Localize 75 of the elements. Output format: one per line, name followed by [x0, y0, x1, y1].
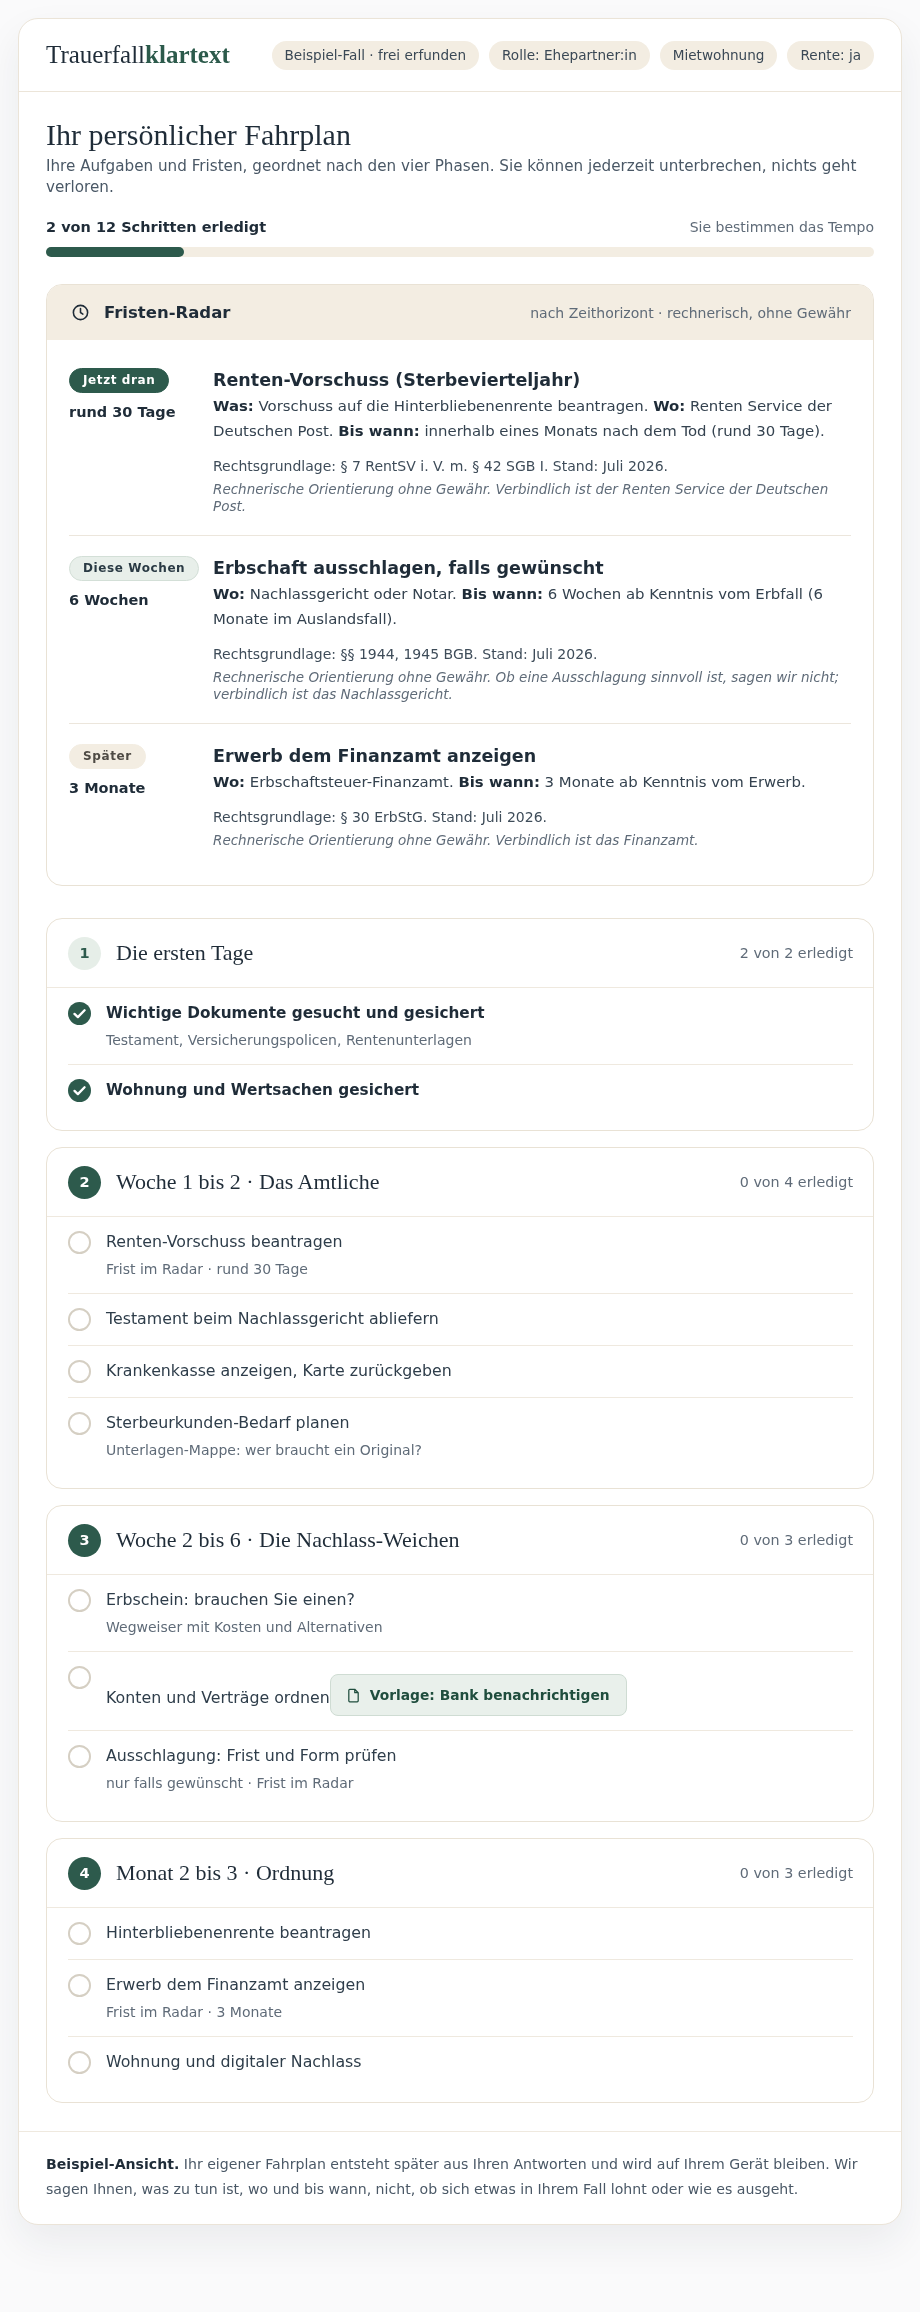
case-tag: Beispiel-Fall · frei erfunden [271, 40, 480, 70]
step-number: 4 [68, 1856, 101, 1890]
page-title: Ihr persönlicher Fahrplan [46, 119, 352, 151]
page-subtitle: Ihre Aufgaben und Fristen, geordnet nach den vier Phasen. Sie können jederzeit unterbrechen, nichts geht verloren. [46, 156, 858, 197]
urgency-tag: Später [69, 744, 146, 769]
deadline-description: Was: Vorschuss auf die Hinterbliebenenrente beantragen. Wo: Renten Service der Deutschen Post. Bis wann: innerhalb eines Monats nach dem Tod (rund 30 Tage). [213, 396, 833, 442]
step-number: 2 [68, 1165, 101, 1199]
deadline-horizon: 6 Wochen [69, 591, 150, 610]
task-note: nur falls gewünscht · Frist im Radar [106, 1774, 355, 1793]
task-checkbox[interactable] [68, 1308, 91, 1331]
footer-text: Beispiel-Ansicht. Ihr eigener Fahrplan entsteht später aus Ihren Antworten und wird auf Ihrem Gerät bleiben. Wir sagen Ihnen, was zu tun ist, wo und bis wann, nicht, ob sich etwas in Ihrem Fall lohnt oder wie es ausgeht. [46, 2155, 859, 2199]
task-title: Testament beim Nachlassgericht abliefern [106, 1308, 439, 1330]
deadline-title: Erwerb dem Finanzamt anzeigen [213, 745, 538, 768]
radar-title: Fristen-Radar [104, 303, 231, 322]
task-note: Wegweiser mit Kosten und Alternativen [106, 1618, 383, 1637]
task-title: Ausschlagung: Frist und Form prüfen [106, 1745, 397, 1767]
task-title: Wohnung und digitaler Nachlass [106, 2051, 362, 2073]
progress-label: 2 von 12 Schritten erledigt [46, 218, 267, 237]
urgency-tag: Diese Wochen [69, 556, 200, 581]
phase-title: Woche 2 bis 6 · Die Nachlass-Weichen [116, 1527, 460, 1553]
phase-count: 0 von 3 erledigt [739, 1865, 853, 1881]
task-title: Erwerb dem Finanzamt anzeigen [106, 1974, 366, 1996]
task-note: Unterlagen-Mappe: wer braucht ein Original? [106, 1441, 422, 1460]
task-checkbox[interactable] [68, 1745, 91, 1768]
case-tag: Rolle: Ehepartner:in [489, 40, 650, 70]
task-checkbox[interactable] [68, 1974, 91, 1997]
task-checkbox[interactable] [68, 2051, 91, 2074]
task-checkbox[interactable] [68, 1002, 91, 1025]
phase-title: Monat 2 bis 3 · Ordnung [116, 1860, 335, 1886]
legal-basis: Rechtsgrundlage: § 30 ErbStG. Stand: Juli 2026. [213, 808, 548, 827]
disclaimer-note: Rechnerische Orientierung ohne Gewähr. Ob eine Ausschlagung sinnvoll ist, sagen wir nicht; verbindlich ist das Nachlassgericht. [213, 669, 841, 703]
disclaimer-note: Rechnerische Orientierung ohne Gewähr. Verbindlich ist das Finanzamt. [213, 832, 700, 849]
task-checkbox[interactable] [68, 1922, 91, 1945]
task-checkbox[interactable] [68, 1079, 91, 1102]
template-button[interactable]: Vorlage: Bank benachrichtigen [329, 1674, 627, 1716]
task-checkbox[interactable] [68, 1666, 91, 1689]
task-checkbox[interactable] [68, 1412, 91, 1435]
case-tag: Rente: ja [787, 40, 874, 70]
deadline-title: Renten-Vorschuss (Sterbevierteljahr) [213, 369, 582, 392]
task-title: Sterbeurkunden-Bedarf planen [106, 1412, 351, 1434]
task-note: Frist im Radar · rund 30 Tage [106, 1260, 309, 1279]
deadline-title: Erbschaft ausschlagen, falls gewünscht [213, 557, 605, 580]
urgency-tag: Jetzt dran [69, 368, 170, 393]
case-tag: Mietwohnung [659, 40, 778, 70]
deadline-description: Wo: Nachlassgericht oder Notar. Bis wann: 6 Wochen ab Kenntnis vom Erbfall (6 Monate im Auslandsfall). [213, 584, 824, 630]
task-title: Konten und Verträge ordnen [106, 1687, 330, 1707]
task-checkbox[interactable] [68, 1589, 91, 1612]
document-icon [346, 1687, 360, 1703]
task-note: Frist im Radar · 3 Monate [106, 2003, 284, 2022]
progress-note: Sie bestimmen das Tempo [689, 218, 874, 237]
phase-count: 0 von 4 erledigt [739, 1174, 853, 1190]
task-title: Wohnung und Wertsachen gesichert [106, 1080, 420, 1101]
task-note: Testament, Versicherungspolicen, Rentenunterlagen [106, 1031, 473, 1050]
task-title: Wichtige Dokumente gesucht und gesichert [106, 1003, 485, 1024]
disclaimer-note: Rechnerische Orientierung ohne Gewähr. Verbindlich ist der Renten Service der Deutschen Post. [213, 481, 830, 515]
legal-basis: Rechtsgrundlage: § 7 RentSV i. V. m. § 42 SGB I. Stand: Juli 2026. [213, 457, 669, 476]
app-logo[interactable]: Trauerfallklartext [46, 41, 230, 69]
deadline-description: Wo: Erbschaftsteuer-Finanzamt. Bis wann: 3 Monate ab Kenntnis vom Erwerb. [213, 772, 807, 793]
deadline-horizon: 3 Monate [69, 779, 147, 798]
deadline-horizon: rund 30 Tage [69, 403, 177, 422]
phase-count: 2 von 2 erledigt [739, 945, 853, 961]
phase-title: Die ersten Tage [116, 940, 254, 966]
phase-count: 0 von 3 erledigt [739, 1532, 853, 1548]
legal-basis: Rechtsgrundlage: §§ 1944, 1945 BGB. Stand: Juli 2026. [213, 645, 599, 664]
task-checkbox[interactable] [68, 1360, 91, 1383]
task-title: Renten-Vorschuss beantragen [106, 1231, 343, 1253]
radar-note: nach Zeithorizont · rechnerisch, ohne Gewähr [530, 304, 851, 321]
clock-icon [71, 303, 90, 322]
task-title: Hinterbliebenenrente beantragen [106, 1922, 372, 1944]
task-title: Krankenkasse anzeigen, Karte zurückgeben [106, 1360, 452, 1382]
phase-title: Woche 1 bis 2 · Das Amtliche [116, 1169, 380, 1195]
task-title: Erbschein: brauchen Sie einen? [106, 1589, 356, 1611]
task-checkbox[interactable] [68, 1231, 91, 1254]
step-number: 1 [68, 936, 101, 970]
step-number: 3 [68, 1523, 101, 1557]
